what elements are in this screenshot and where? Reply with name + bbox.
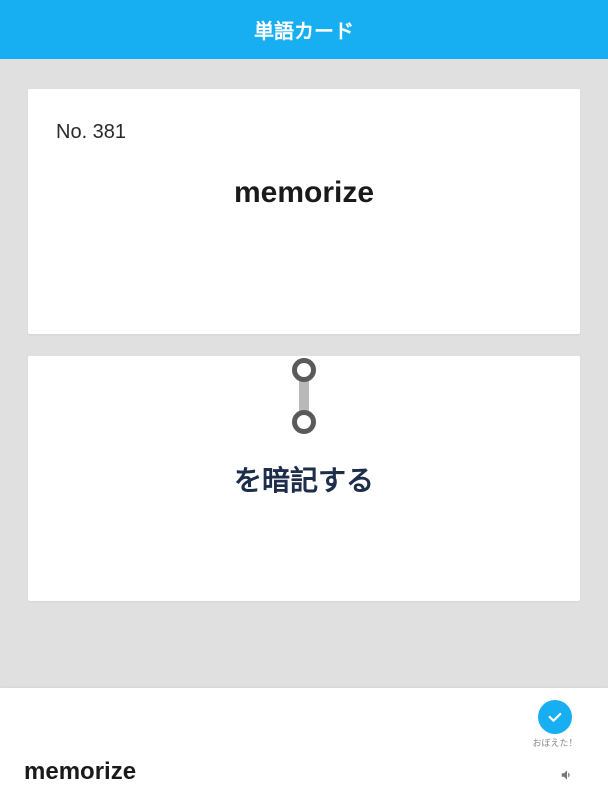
ring-hole-icon [292, 358, 316, 382]
main-content: No. 381 memorize を暗記する [0, 59, 608, 601]
card-word: memorize [56, 176, 552, 210]
sound-icon [560, 768, 574, 782]
memorized-label: おぼえた！ [528, 736, 582, 749]
ring-hole-icon [292, 410, 316, 434]
header-title: 単語カード [254, 21, 354, 43]
ring-connector [290, 359, 318, 433]
card-number: No. 381 [56, 121, 552, 144]
card-meaning: を暗記する [234, 459, 374, 499]
flashcard-front[interactable]: No. 381 memorize [28, 89, 580, 334]
check-icon [546, 708, 564, 726]
sound-button[interactable] [560, 768, 574, 782]
memorized-button[interactable] [538, 700, 572, 734]
bottom-panel: おぼえた！ memorize [0, 688, 608, 800]
bottom-word: memorize [24, 758, 136, 786]
app-header: 単語カード [0, 0, 608, 59]
